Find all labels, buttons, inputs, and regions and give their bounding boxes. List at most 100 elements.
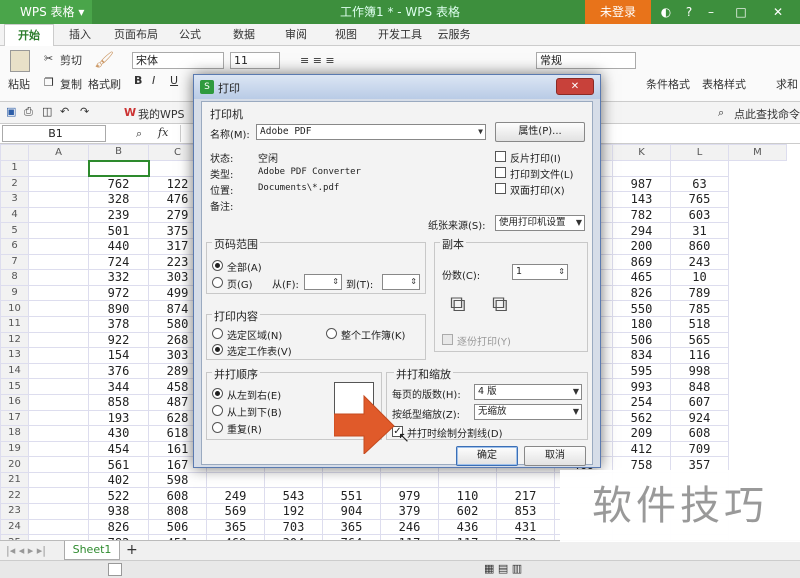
cell[interactable]: 379 xyxy=(380,503,439,520)
row-header[interactable]: 20 xyxy=(0,456,29,473)
redo-icon[interactable]: ↷ xyxy=(80,105,89,118)
column-header[interactable]: B xyxy=(88,144,149,161)
cell[interactable]: 834 xyxy=(612,347,671,364)
cell[interactable]: 294 xyxy=(612,222,671,239)
cell[interactable]: 972 xyxy=(88,284,149,302)
cell[interactable]: 998 xyxy=(670,362,729,380)
cell[interactable]: 217 xyxy=(496,487,555,505)
view-mode-icons[interactable]: ▦ ▤ ▥ xyxy=(484,562,522,575)
cut-icon[interactable]: ✂ xyxy=(44,52,53,65)
collate-checkbox[interactable] xyxy=(442,334,453,345)
row-header[interactable]: 22 xyxy=(0,487,29,505)
cell[interactable]: 243 xyxy=(670,253,729,271)
column-header[interactable]: L xyxy=(670,144,729,161)
cell[interactable]: 938 xyxy=(88,503,149,520)
cell[interactable] xyxy=(28,393,89,411)
cell[interactable]: 562 xyxy=(612,409,671,427)
scale-select[interactable]: 无缩放 ▼ xyxy=(474,404,582,420)
cell[interactable] xyxy=(28,456,89,473)
cell[interactable]: 110 xyxy=(438,487,497,505)
ok-button[interactable]: 确定 xyxy=(456,446,518,466)
cell[interactable]: 595 xyxy=(612,362,671,380)
cell[interactable] xyxy=(380,471,439,489)
cell[interactable]: 365 xyxy=(322,518,381,536)
cell[interactable]: 501 xyxy=(88,222,149,239)
cell[interactable]: 826 xyxy=(612,284,671,302)
cell[interactable] xyxy=(438,471,497,489)
cell[interactable] xyxy=(28,487,89,505)
cell[interactable]: 344 xyxy=(88,378,149,395)
row-header[interactable]: 9 xyxy=(0,284,29,302)
cell[interactable]: 506 xyxy=(148,518,207,536)
cell[interactable] xyxy=(28,175,89,193)
tab-view[interactable]: 视图 xyxy=(326,24,366,46)
table-style-button[interactable]: 表格样式 xyxy=(702,76,746,92)
cell[interactable] xyxy=(28,269,89,286)
cell[interactable]: 607 xyxy=(670,393,729,411)
app-menu-button[interactable]: WPS 表格 ▾ xyxy=(0,0,92,24)
repeat-radio[interactable] xyxy=(212,422,223,433)
row-header[interactable]: 8 xyxy=(0,269,29,286)
row-header[interactable]: 13 xyxy=(0,347,29,364)
cell[interactable]: 993 xyxy=(612,378,671,395)
all-pages-radio[interactable] xyxy=(212,260,223,271)
selection-radio[interactable] xyxy=(212,328,223,339)
tab-formulas[interactable]: 公式 xyxy=(170,24,210,46)
cell[interactable]: 608 xyxy=(670,425,729,442)
help-icon[interactable]: ? xyxy=(678,2,700,22)
select-all-corner[interactable] xyxy=(0,144,29,161)
copy-button[interactable]: 复制 xyxy=(60,76,82,92)
cell[interactable] xyxy=(206,471,265,489)
pages-per-sheet-select[interactable]: 4 版 ▼ xyxy=(474,384,582,400)
row-header[interactable]: 15 xyxy=(0,378,29,395)
cell[interactable]: 561 xyxy=(88,456,149,473)
macro-icon[interactable] xyxy=(108,563,122,576)
cell[interactable]: 246 xyxy=(380,518,439,536)
cell[interactable]: 789 xyxy=(670,284,729,302)
cell[interactable]: 522 xyxy=(88,487,149,505)
column-header[interactable]: A xyxy=(28,144,89,161)
cell[interactable] xyxy=(28,160,89,177)
cell[interactable]: 703 xyxy=(264,518,323,536)
cell[interactable]: 180 xyxy=(612,315,671,333)
skin-icon[interactable]: ◐ xyxy=(655,2,677,22)
cell[interactable]: 848 xyxy=(670,378,729,395)
row-header[interactable]: 16 xyxy=(0,393,29,411)
cell[interactable]: 402 xyxy=(88,471,149,489)
cell[interactable]: 465 xyxy=(612,269,671,286)
cell[interactable]: 858 xyxy=(88,393,149,411)
cell[interactable]: 890 xyxy=(88,300,149,317)
cell[interactable]: 826 xyxy=(88,518,149,536)
close-icon[interactable]: ✕ xyxy=(760,2,796,22)
row-header[interactable]: 1 xyxy=(0,160,29,177)
cell[interactable]: 709 xyxy=(670,440,729,458)
number-format-select[interactable]: 常规 xyxy=(536,52,636,69)
cell[interactable]: 328 xyxy=(88,191,149,208)
cell[interactable] xyxy=(28,409,89,427)
cell[interactable] xyxy=(28,315,89,333)
align-icons[interactable]: ≡ ≡ ≡ xyxy=(300,54,335,67)
maximize-icon[interactable]: □ xyxy=(730,2,752,22)
command-search[interactable]: 点此查找命令 xyxy=(734,106,800,122)
column-header[interactable]: M xyxy=(728,144,787,161)
cell[interactable]: 440 xyxy=(88,237,149,255)
italic-icon[interactable]: I xyxy=(152,74,155,87)
row-header[interactable]: 23 xyxy=(0,503,29,520)
paper-source-select[interactable]: 使用打印机设置 ▼ xyxy=(495,215,585,231)
row-header[interactable]: 3 xyxy=(0,191,29,208)
cell[interactable] xyxy=(28,300,89,317)
top-to-bottom-radio[interactable] xyxy=(212,405,223,416)
sheet-tab-sheet1[interactable]: Sheet1 xyxy=(64,541,120,560)
cell[interactable] xyxy=(612,160,671,177)
row-header[interactable]: 21 xyxy=(0,471,29,489)
printer-name-select[interactable]: Adobe PDF ▼ xyxy=(256,124,486,140)
cell[interactable]: 979 xyxy=(380,487,439,505)
cell[interactable]: 143 xyxy=(612,191,671,208)
row-header[interactable]: 10 xyxy=(0,300,29,317)
cell[interactable]: 785 xyxy=(670,300,729,317)
cell[interactable]: 332 xyxy=(88,269,149,286)
cell[interactable]: 365 xyxy=(206,518,265,536)
cell[interactable]: 376 xyxy=(88,362,149,380)
copy-icon[interactable]: ❐ xyxy=(44,76,54,89)
row-header[interactable]: 18 xyxy=(0,425,29,442)
